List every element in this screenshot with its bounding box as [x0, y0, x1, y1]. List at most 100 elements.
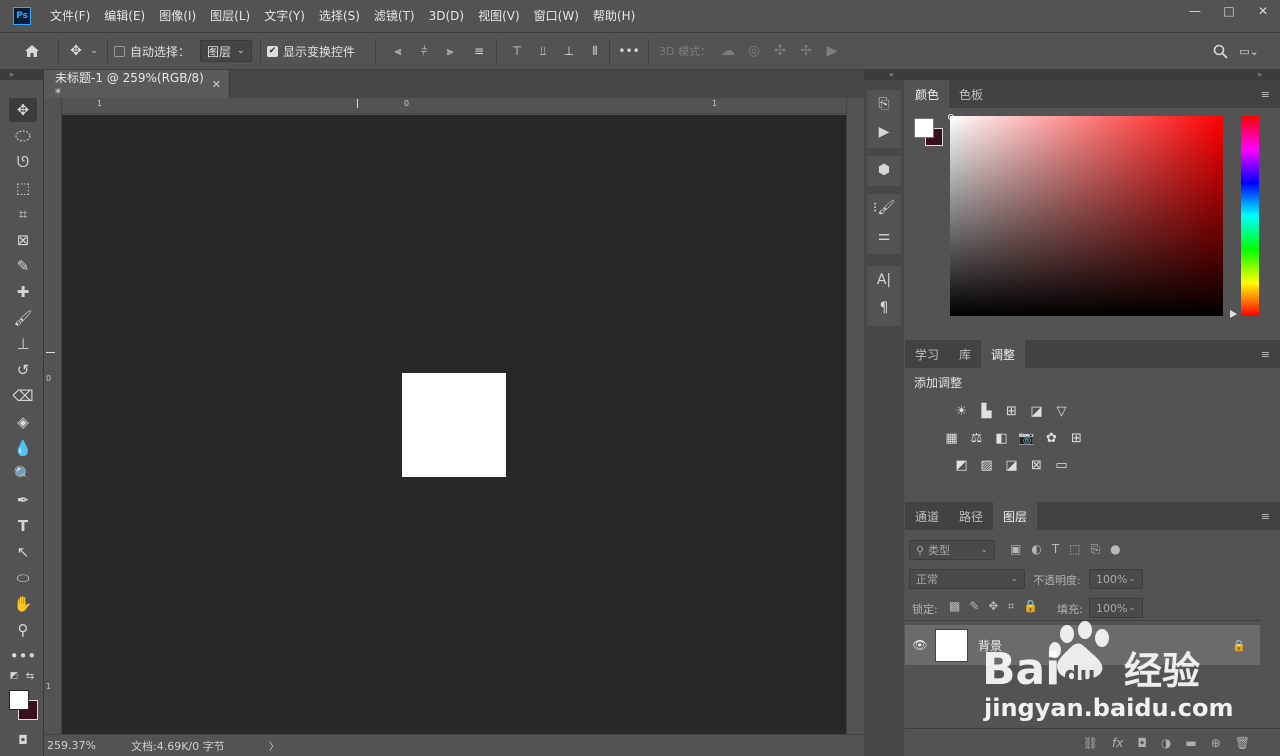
color-balance-icon[interactable]: ⚖ [968, 430, 985, 447]
zoom-level[interactable]: 259.37% [47, 739, 131, 752]
photo-filter-icon[interactable]: 📷 [1018, 430, 1035, 447]
add-mask-icon[interactable]: ◘ [1137, 736, 1147, 750]
invert-icon[interactable]: ◩ [953, 457, 970, 474]
filter-toggle-icon[interactable]: ● [1110, 542, 1120, 557]
gradient-map-icon[interactable]: ▭ [1053, 457, 1070, 474]
properties-panel-icon[interactable]: ⚌ [867, 222, 901, 250]
new-layer-icon[interactable]: ⊕ [1211, 736, 1221, 750]
brush-tool-icon[interactable]: 🖌 [9, 306, 37, 330]
shape-filter-icon[interactable]: ⬚ [1069, 542, 1080, 557]
link-layers-icon[interactable]: ⛓ [1083, 736, 1098, 750]
align-bottom-icon[interactable]: ⊥ [561, 38, 577, 64]
tab-layers[interactable]: 图层 [993, 502, 1038, 530]
more-options-icon[interactable]: ••• [616, 38, 642, 64]
eyedropper-tool-icon[interactable]: ✎ [9, 254, 37, 278]
zoom-tool-icon[interactable]: ⚲ [9, 618, 37, 642]
document-tab[interactable]: 未标题-1 @ 259%(RGB/8) * ✕ [44, 70, 230, 100]
hand-tool-icon[interactable]: ✋ [9, 592, 37, 616]
distribute-icon[interactable]: ≡ [468, 38, 490, 64]
foreground-color-swatch[interactable] [9, 690, 29, 710]
opacity-field[interactable]: 100% ⌄ [1089, 569, 1143, 589]
color-foreground-swatch[interactable] [914, 118, 934, 138]
quick-select-tool-icon[interactable]: ⬚ [9, 176, 37, 200]
swap-colors-icon[interactable]: ⇆ [24, 670, 36, 682]
curves-icon[interactable]: ⊞ [1003, 403, 1020, 420]
paint-bucket-tool-icon[interactable]: ◈ [9, 410, 37, 434]
brush-settings-icon[interactable]: ⁝🖌 [867, 194, 901, 222]
path-select-tool-icon[interactable]: ↖ [9, 540, 37, 564]
pen-tool-icon[interactable]: ✒ [9, 488, 37, 512]
lock-all-icon[interactable]: 🔒 [1023, 599, 1038, 614]
type-tool-icon[interactable]: T [9, 514, 37, 538]
shape-tool-icon[interactable]: ⬭ [9, 566, 37, 590]
maximize-button[interactable]: □ [1212, 0, 1246, 22]
distribute-vertical-icon[interactable]: ⦀ [587, 38, 603, 64]
menu-view[interactable]: 视图(V) [471, 0, 527, 32]
align-top-icon[interactable]: ⊤ [509, 38, 525, 64]
layer-style-icon[interactable]: fx [1112, 736, 1123, 750]
exposure-icon[interactable]: ◪ [1028, 403, 1045, 420]
delete-layer-icon[interactable]: 🗑 [1235, 736, 1250, 750]
panel-menu-icon[interactable]: ≡ [1261, 88, 1270, 101]
3d-drag-icon[interactable]: ✣ [771, 38, 789, 64]
menu-file[interactable]: 文件(F) [43, 0, 97, 32]
minimize-button[interactable]: — [1178, 0, 1212, 22]
edit-toolbar-icon[interactable]: ••• [9, 644, 37, 668]
frame-tool-icon[interactable]: ⊠ [9, 228, 37, 252]
vertical-scrollbar[interactable] [846, 98, 864, 734]
quick-mask-icon[interactable]: ◘ [9, 728, 37, 752]
layer-filter-dropdown[interactable]: ⚲ 类型 ⌄ [909, 540, 995, 560]
brightness-contrast-icon[interactable]: ☀ [953, 403, 970, 420]
selective-color-icon[interactable]: ⊠ [1028, 457, 1045, 474]
auto-select-target-dropdown[interactable]: 图层 ⌄ [200, 40, 253, 62]
paragraph-panel-icon[interactable]: ¶ [867, 294, 901, 322]
color-field[interactable] [950, 116, 1223, 316]
menu-help[interactable]: 帮助(H) [586, 0, 642, 32]
auto-select-checkbox[interactable] [114, 45, 125, 57]
tab-swatches[interactable]: 色板 [949, 80, 993, 108]
align-hcenter-icon[interactable]: ⫩ [416, 38, 432, 64]
menu-filter[interactable]: 滤镜(T) [367, 0, 422, 32]
type-filter-icon[interactable]: T [1052, 542, 1059, 557]
default-colors-icon[interactable]: ◩ [8, 670, 20, 682]
panels-collapse-strip[interactable]: «» [864, 70, 1280, 80]
menu-image[interactable]: 图像(I) [152, 0, 203, 32]
blur-tool-icon[interactable]: 💧 [9, 436, 37, 460]
dodge-tool-icon[interactable]: 🔍 [9, 462, 37, 486]
crop-tool-icon[interactable]: ⌗ [9, 202, 37, 226]
panel-menu-icon[interactable]: ≡ [1261, 348, 1270, 361]
lock-artboard-icon[interactable]: ⌗ [1007, 599, 1014, 614]
workspace-icon[interactable]: ▭⌄ [1236, 38, 1262, 64]
close-window-button[interactable]: ✕ [1246, 0, 1280, 22]
tab-paths[interactable]: 路径 [949, 502, 993, 530]
vertical-ruler[interactable]: 0 1 [44, 98, 62, 734]
3d-roll-icon[interactable]: ◎ [745, 38, 763, 64]
3d-slide-icon[interactable]: ✢ [797, 38, 815, 64]
adjustment-filter-icon[interactable]: ◐ [1031, 542, 1041, 557]
color-lookup-icon[interactable]: ⊞ [1068, 430, 1085, 447]
hue-slider[interactable] [1241, 116, 1259, 316]
stamp-tool-icon[interactable]: ⊥ [9, 332, 37, 356]
align-vcenter-icon[interactable]: ⫫ [535, 38, 551, 64]
align-right-icon[interactable]: ⫸ [442, 38, 458, 64]
levels-icon[interactable]: ▙ [978, 403, 995, 420]
posterize-icon[interactable]: ▨ [978, 457, 995, 474]
marquee-tool-icon[interactable] [9, 124, 37, 148]
threshold-icon[interactable]: ◪ [1003, 457, 1020, 474]
vibrance-icon[interactable]: ▽ [1053, 403, 1070, 420]
tab-color[interactable]: 颜色 [905, 80, 950, 108]
status-menu-arrow[interactable]: 〉 [269, 738, 279, 753]
move-tool-icon[interactable]: ✥ [9, 98, 37, 122]
eraser-tool-icon[interactable]: ⌫ [9, 384, 37, 408]
eye-icon[interactable]: 👁 [905, 638, 935, 652]
tools-collapse-strip[interactable]: » [0, 70, 44, 80]
history-panel-icon[interactable]: ⎘ [867, 90, 901, 118]
lock-transparent-icon[interactable]: ▩ [949, 599, 960, 614]
show-transform-checkbox[interactable]: ✔ [267, 45, 279, 57]
tab-channels[interactable]: 通道 [905, 502, 949, 530]
menu-window[interactable]: 窗口(W) [527, 0, 586, 32]
tab-adjustments[interactable]: 调整 [981, 340, 1026, 368]
lock-position-icon[interactable]: ✥ [988, 599, 998, 614]
new-group-icon[interactable]: ▬ [1185, 736, 1196, 750]
menu-edit[interactable]: 编辑(E) [97, 0, 152, 32]
